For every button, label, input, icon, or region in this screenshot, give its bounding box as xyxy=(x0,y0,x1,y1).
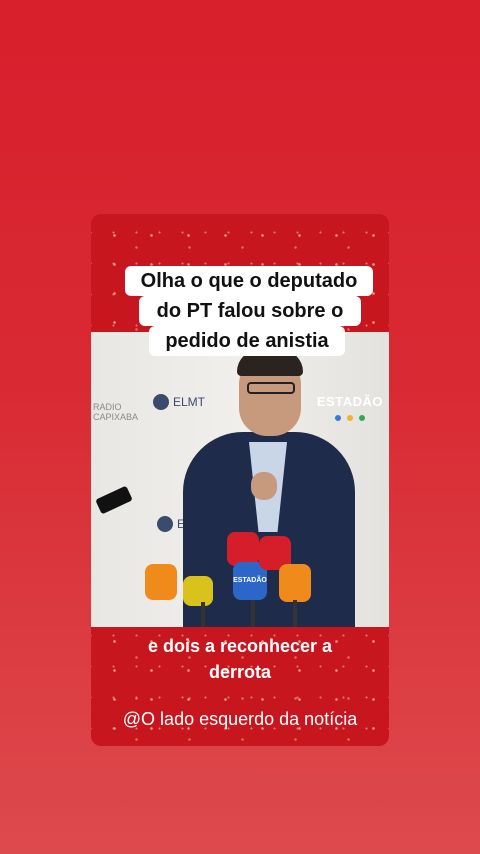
dot-blue xyxy=(334,415,341,421)
microphone-orange-2 xyxy=(279,564,311,602)
mic-stand xyxy=(293,600,297,627)
caption-line-3: pedido de anistia xyxy=(149,326,345,356)
subtitle-line-2: derrota xyxy=(208,662,271,682)
microphone-yellow xyxy=(183,576,213,606)
watermark-dots xyxy=(317,415,383,421)
subtitle-line-1: e dois a reconhecer a xyxy=(147,636,333,656)
video-frame[interactable]: RADIOCAPIXABA ELMT ELMT ESTADÃO ESTADÃO xyxy=(91,332,389,627)
dot-yellow xyxy=(346,415,353,421)
story-card: RADIOCAPIXABA ELMT ELMT ESTADÃO ESTADÃO xyxy=(91,214,389,746)
elmt-logo-icon xyxy=(153,394,169,410)
speaker-glasses xyxy=(247,382,295,394)
elmt-logo: ELMT xyxy=(153,394,205,410)
caption-overlay: Olha o que o deputado do PT falou sobre … xyxy=(125,266,373,360)
backdrop-text: RADIO CAPIXABA xyxy=(93,402,139,422)
dot-green xyxy=(358,415,365,421)
microphone-orange xyxy=(145,564,177,600)
mic-stand xyxy=(251,600,255,627)
caption-line-1: Olha o que o deputado xyxy=(125,266,373,296)
account-handle[interactable]: @O lado esquerdo da notícia xyxy=(91,709,389,730)
mic-stand xyxy=(201,602,205,627)
speaker-hand xyxy=(251,472,277,500)
elmt-logo-icon xyxy=(157,516,173,532)
microphone-red xyxy=(227,532,259,566)
phone-in-hand xyxy=(95,485,133,515)
estadao-watermark: ESTADÃO xyxy=(317,394,383,421)
caption-line-2: do PT falou sobre o xyxy=(139,296,361,326)
